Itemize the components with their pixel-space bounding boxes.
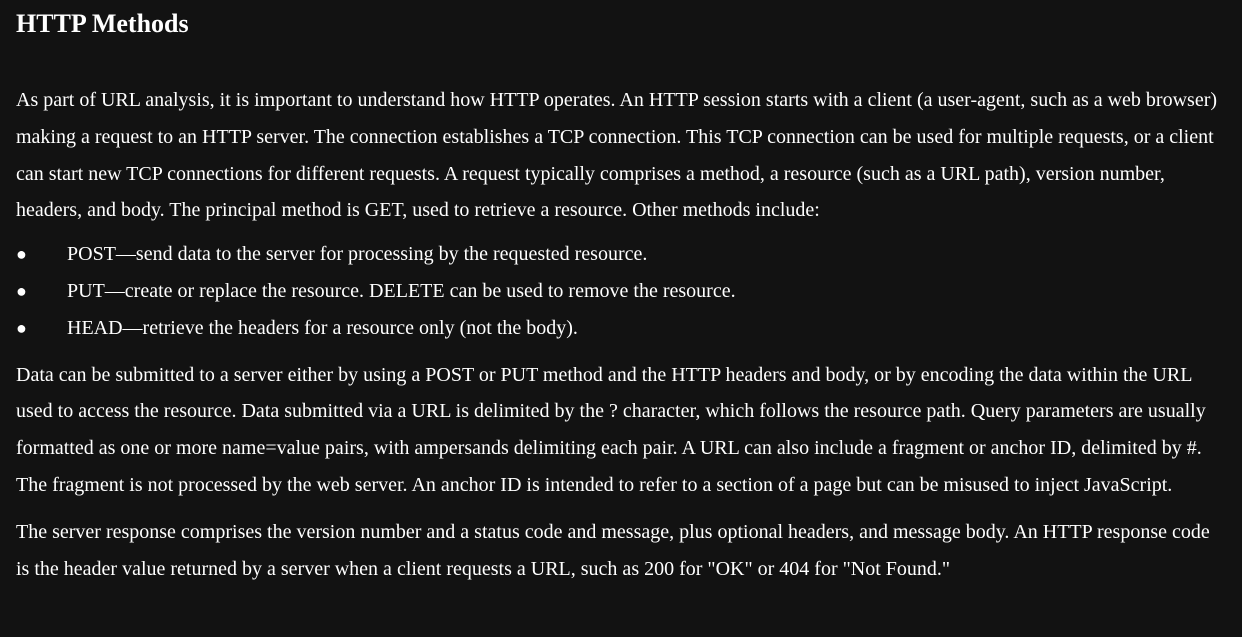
list-item-text: PUT—create or replace the resource. DELE… [67, 279, 736, 302]
list-item: ● PUT—create or replace the resource. DE… [16, 273, 1226, 310]
list-item-text: POST—send data to the server for process… [67, 243, 648, 266]
http-methods-list: ● POST—send data to the server for proce… [16, 236, 1226, 346]
list-item: ● HEAD—retrieve the headers for a resour… [16, 310, 1226, 347]
list-item-text: HEAD—retrieve the headers for a resource… [67, 316, 578, 339]
list-item: ● POST—send data to the server for proce… [16, 236, 1226, 273]
bullet-icon: ● [16, 244, 27, 265]
server-response-paragraph: The server response comprises the versio… [16, 520, 1210, 580]
data-submission-paragraph: Data can be submitted to a server either… [16, 363, 1206, 496]
intro-paragraph: As part of URL analysis, it is important… [16, 89, 1218, 222]
bullet-icon: ● [16, 317, 27, 338]
page-title: HTTP Methods [16, 9, 189, 38]
document-content: HTTP Methods As part of URL analysis, it… [0, 0, 1242, 587]
bullet-icon: ● [16, 280, 27, 301]
